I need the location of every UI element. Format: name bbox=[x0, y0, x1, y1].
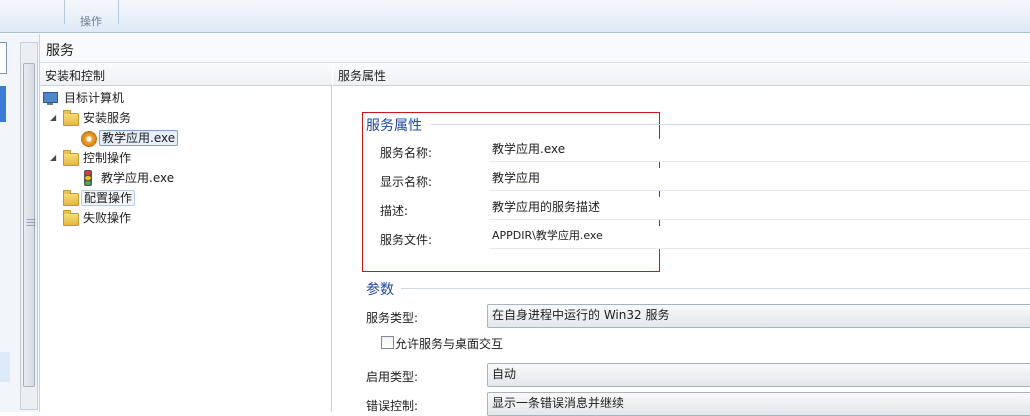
nav-selected-marker[interactable] bbox=[0, 86, 6, 122]
tree-panel-title: 安装和控制 bbox=[45, 69, 106, 83]
properties-panel-header: 服务属性 bbox=[333, 63, 1030, 86]
tree-item-failure-operations[interactable]: 失败操作 bbox=[62, 208, 133, 226]
allow-desktop-interact-checkbox[interactable] bbox=[381, 336, 394, 349]
tree-item-install-service[interactable]: 安装服务 bbox=[62, 108, 133, 126]
scrollbar-grip-icon: — — — bbox=[26, 214, 36, 231]
properties-panel: 服务属性 服务属性 服务名称: 教学应用.exe 显示名称: 教学应用 描述: … bbox=[333, 63, 1030, 416]
start-type-label: 启用类型: bbox=[366, 370, 419, 384]
description-label: 描述: bbox=[380, 204, 409, 218]
service-type-label: 服务类型: bbox=[366, 311, 419, 325]
ribbon-group-label: 操作 bbox=[80, 15, 102, 28]
tree-item-label: 目标计算机 bbox=[64, 90, 125, 105]
nav-hover-marker[interactable] bbox=[0, 352, 10, 382]
ribbon-separator bbox=[64, 0, 65, 24]
page-title: 服务 bbox=[46, 43, 74, 59]
tree-item-control-exe[interactable]: 教学应用.exe bbox=[80, 168, 176, 186]
display-name-label: 显示名称: bbox=[380, 175, 433, 189]
tree-item-target-computer[interactable]: 目标计算机 bbox=[43, 88, 126, 106]
tree-item-label: 教学应用.exe bbox=[101, 170, 175, 185]
tree-item-label: 教学应用.exe bbox=[99, 129, 179, 146]
service-gear-icon bbox=[80, 130, 97, 147]
service-name-field[interactable]: 教学应用.exe bbox=[489, 139, 1030, 162]
service-name-label: 服务名称: bbox=[380, 146, 433, 160]
collapse-triangle-icon[interactable]: ◢ bbox=[50, 113, 56, 122]
tree-panel: 安装和控制 目标计算机 ◢ 安装服务 教学应用.exe ◢ 控制操作 教学应用.… bbox=[40, 63, 332, 412]
tree-item-control-operations[interactable]: 控制操作 bbox=[62, 148, 133, 166]
allow-desktop-interact-label: 允许服务与桌面交互 bbox=[395, 337, 504, 351]
section-divider bbox=[431, 124, 1030, 125]
nav-scrollbar-thumb[interactable]: — — — bbox=[23, 63, 36, 387]
tree-panel-header: 安装和控制 bbox=[40, 63, 332, 86]
service-type-dropdown[interactable]: 在自身进程中运行的 Win32 服务 bbox=[487, 304, 1030, 328]
params-section-title: 参数 bbox=[366, 282, 394, 298]
traffic-light-icon bbox=[80, 169, 96, 186]
service-file-label: 服务文件: bbox=[380, 233, 433, 247]
ribbon: 操作 bbox=[0, 0, 1030, 33]
folder-icon bbox=[62, 209, 79, 226]
folder-icon bbox=[62, 189, 79, 206]
display-name-field[interactable]: 教学应用 bbox=[489, 168, 1030, 191]
ribbon-separator bbox=[118, 0, 119, 24]
service-file-field[interactable]: APPDIR\教学应用.exe bbox=[489, 226, 1030, 249]
tree-item-label: 失败操作 bbox=[83, 210, 132, 225]
tree-item-install-service-exe[interactable]: 教学应用.exe bbox=[80, 128, 179, 147]
tree-item-label: 安装服务 bbox=[83, 110, 132, 125]
folder-icon bbox=[62, 109, 79, 126]
section-divider bbox=[401, 288, 1030, 289]
description-field[interactable]: 教学应用的服务描述 bbox=[489, 197, 1030, 220]
left-nav-strip: — — — bbox=[0, 34, 40, 412]
service-section-title: 服务属性 bbox=[366, 118, 422, 134]
error-control-dropdown[interactable]: 显示一条错误消息并继续 bbox=[487, 392, 1030, 416]
folder-icon bbox=[62, 149, 79, 166]
start-type-dropdown[interactable]: 自动 bbox=[487, 363, 1030, 387]
nav-scrollbar[interactable]: — — — bbox=[20, 42, 38, 410]
tree-item-label: 配置操作 bbox=[81, 189, 136, 206]
search-input[interactable] bbox=[0, 42, 7, 74]
properties-panel-title: 服务属性 bbox=[338, 69, 387, 83]
collapse-triangle-icon[interactable]: ◢ bbox=[50, 153, 56, 162]
page-header: 服务 bbox=[40, 34, 1030, 63]
error-control-label: 错误控制: bbox=[366, 399, 419, 413]
computer-icon bbox=[43, 90, 59, 106]
tree-item-label: 控制操作 bbox=[83, 150, 132, 165]
tree-item-config-operations[interactable]: 配置操作 bbox=[62, 188, 136, 206]
